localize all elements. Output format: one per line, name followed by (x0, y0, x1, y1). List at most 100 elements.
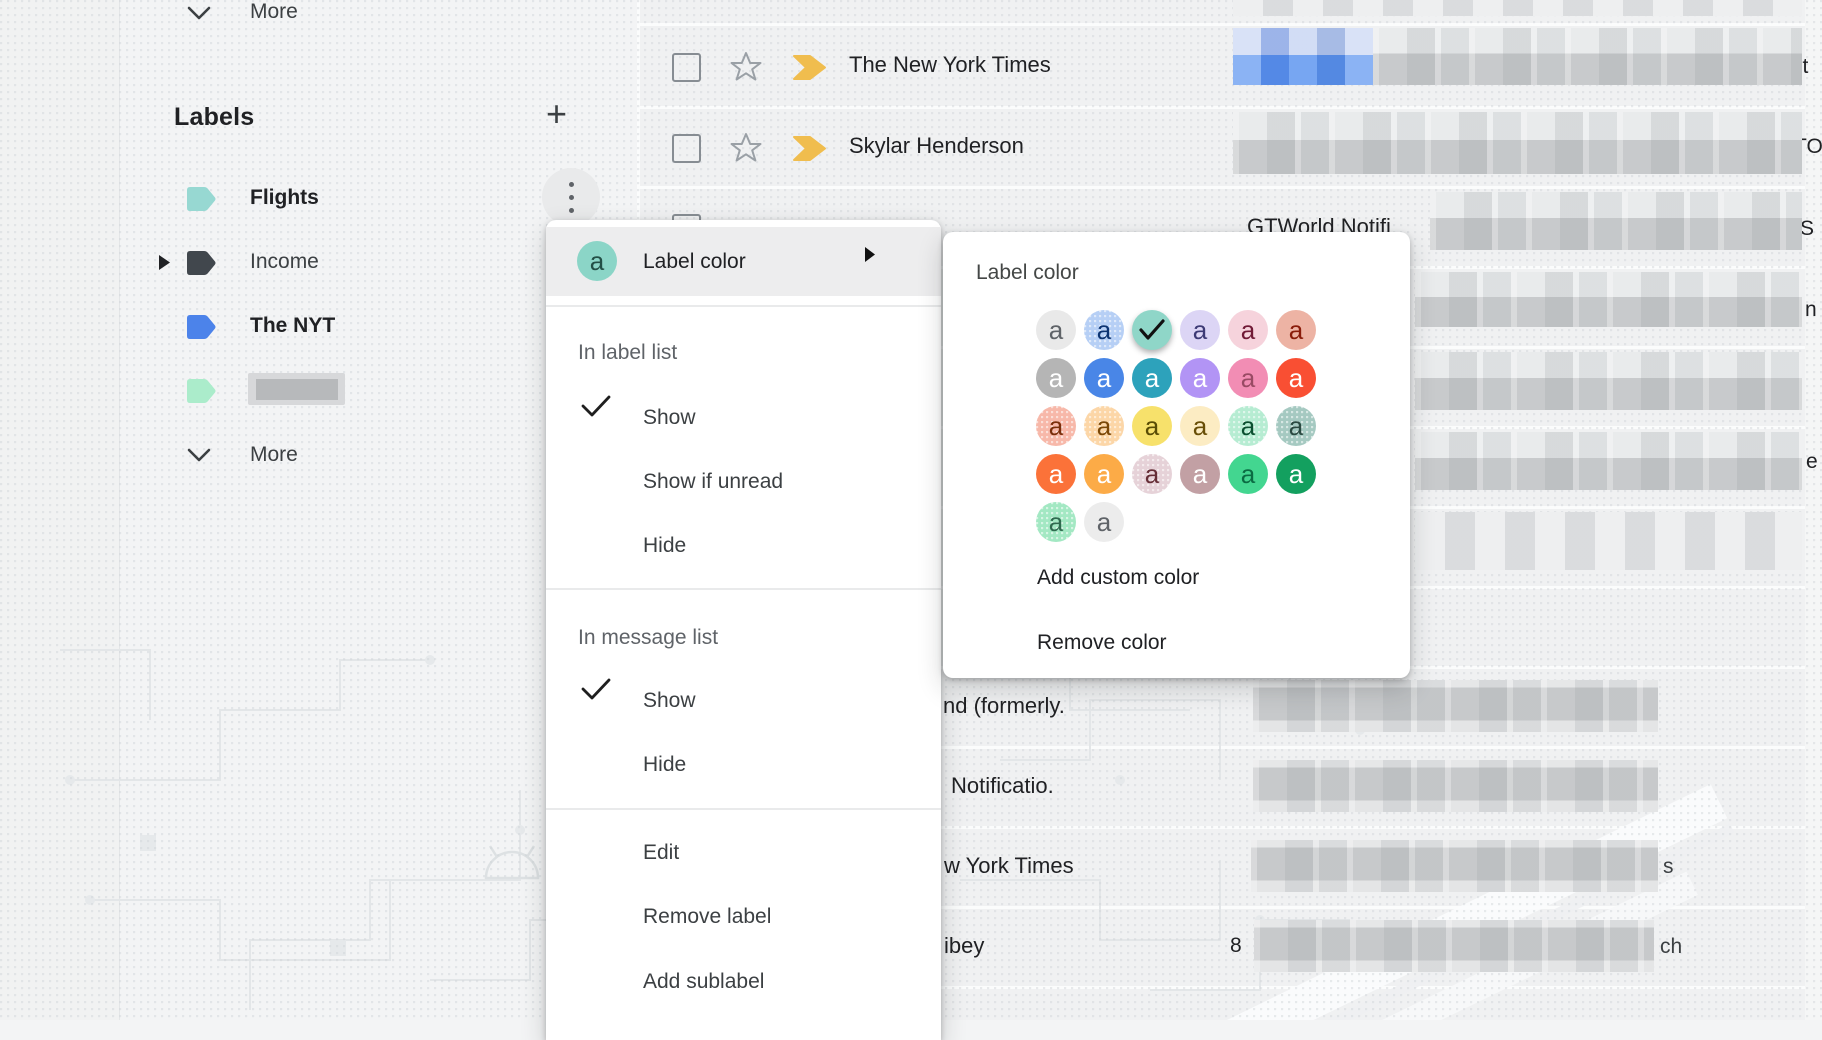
importance-marker-icon[interactable] (792, 55, 828, 80)
check-icon (1138, 318, 1166, 342)
redacted-text-blur (1415, 512, 1802, 570)
redacted-label-name-blur (256, 379, 338, 400)
label-tag-icon-income (185, 249, 217, 277)
check-icon (581, 677, 611, 701)
color-swatch-selected[interactable] (1132, 310, 1172, 350)
label-context-menu: a Label color In label list Show Show if… (546, 220, 941, 1040)
color-swatch[interactable]: a (1132, 358, 1172, 398)
redacted-text-blur (1253, 680, 1658, 732)
color-swatch-grid: aaaaaaaaaaaaaaaaaaaaaaaaa (1036, 310, 1316, 542)
text-fragment: s (1663, 855, 1674, 879)
color-swatch[interactable]: a (1228, 454, 1268, 494)
redacted-text-blur (1415, 272, 1802, 327)
row-checkbox[interactable] (672, 53, 701, 82)
menu-item-hide-message-list[interactable]: Hide (643, 753, 686, 777)
sidebar-item-more-top[interactable]: More (250, 0, 298, 24)
email-sender[interactable]: The New York Times (849, 52, 1051, 78)
color-swatch[interactable]: a (1180, 454, 1220, 494)
label-options-button[interactable] (542, 168, 600, 226)
color-swatch[interactable]: a (1180, 406, 1220, 446)
importance-marker-icon[interactable] (792, 136, 828, 161)
menu-item-label-color-text[interactable]: Label color (643, 250, 746, 274)
label-color-preview-icon: a (577, 241, 617, 281)
submenu-arrow-icon (864, 246, 876, 263)
redacted-text-blur (1253, 760, 1658, 812)
color-swatch[interactable]: a (1276, 406, 1316, 446)
text-fragment: n (1805, 298, 1817, 322)
color-swatch[interactable]: a (1228, 358, 1268, 398)
color-swatch[interactable]: a (1228, 406, 1268, 446)
date-fragment: S (1800, 217, 1814, 241)
sidebar-label-income[interactable]: Income (250, 250, 319, 274)
expand-arrow-icon[interactable] (158, 254, 171, 271)
color-swatch[interactable]: a (1036, 502, 1076, 542)
redacted-text-blur (1233, 0, 1802, 16)
row-checkbox[interactable] (672, 134, 701, 163)
menu-divider (546, 588, 941, 590)
color-swatch[interactable]: a (1132, 406, 1172, 446)
color-swatch[interactable]: a (1276, 454, 1316, 494)
color-swatch[interactable]: a (1084, 454, 1124, 494)
email-sender-fragment[interactable]: ibey (944, 933, 984, 959)
color-swatch[interactable]: a (1036, 406, 1076, 446)
email-sender-fragment[interactable]: Notificatio. (951, 773, 1054, 799)
color-swatch[interactable]: a (1084, 502, 1124, 542)
color-swatch[interactable]: a (1132, 454, 1172, 494)
menu-item-add-sublabel[interactable]: Add sublabel (643, 970, 764, 994)
label-tag-icon-redacted (185, 377, 217, 405)
menu-item-show-label-list[interactable]: Show (643, 406, 696, 430)
menu-section-in-label-list: In label list (578, 341, 677, 365)
menu-item-edit[interactable]: Edit (643, 841, 679, 865)
menu-divider (546, 808, 941, 810)
color-swatch[interactable]: a (1084, 406, 1124, 446)
redacted-text-blur (1373, 28, 1802, 85)
menu-item-remove-label[interactable]: Remove label (643, 905, 771, 929)
color-swatch[interactable]: a (1228, 310, 1268, 350)
color-swatch[interactable]: a (1180, 310, 1220, 350)
add-label-button[interactable]: + (546, 96, 567, 132)
star-icon[interactable] (729, 131, 763, 163)
sidebar-label-flights[interactable]: Flights (250, 186, 319, 210)
email-sender-fragment[interactable]: w York Times (944, 853, 1074, 879)
redacted-subject-blur (1233, 28, 1373, 85)
label-color-submenu: Label color aaaaaaaaaaaaaaaaaaaaaaaaa Ad… (943, 232, 1410, 678)
chevron-down-icon[interactable] (186, 4, 212, 22)
color-swatch[interactable]: a (1180, 358, 1220, 398)
redacted-text-blur (1415, 352, 1802, 410)
color-swatch[interactable]: a (1276, 358, 1316, 398)
check-icon (581, 394, 611, 418)
android-mascot-watermark (486, 846, 538, 878)
menu-item-add-custom-color[interactable]: Add custom color (1037, 566, 1199, 590)
gmail-label-color-screen: { "sidebar": { "more_top": "More", "labe… (0, 0, 1822, 1020)
email-sender-fragment[interactable]: nd (formerly. (943, 693, 1065, 719)
label-tag-icon-flights (185, 185, 217, 213)
menu-item-hide-label-list[interactable]: Hide (643, 534, 686, 558)
menu-item-remove-color[interactable]: Remove color (1037, 631, 1167, 655)
redacted-text-blur (1233, 112, 1802, 174)
menu-item-show-if-unread[interactable]: Show if unread (643, 470, 783, 494)
text-fragment: ch (1660, 935, 1682, 959)
sidebar-label-nyt[interactable]: The NYT (250, 314, 335, 338)
color-swatch[interactable]: a (1276, 310, 1316, 350)
redacted-text-blur (1415, 432, 1802, 490)
star-icon[interactable] (729, 50, 763, 82)
menu-item-show-message-list[interactable]: Show (643, 689, 696, 713)
color-swatch[interactable]: a (1036, 310, 1076, 350)
redacted-text-blur (1251, 840, 1658, 892)
sidebar-item-more-bottom[interactable]: More (250, 443, 298, 467)
labels-section-title: Labels (174, 103, 254, 132)
text-fragment: e (1806, 450, 1818, 474)
color-swatch[interactable]: a (1036, 454, 1076, 494)
text-fragment: 8 (1230, 934, 1242, 958)
color-swatch[interactable]: a (1084, 358, 1124, 398)
color-swatch[interactable]: a (1036, 358, 1076, 398)
menu-section-in-message-list: In message list (578, 626, 718, 650)
menu-divider (546, 305, 941, 307)
email-sender[interactable]: Skylar Henderson (849, 133, 1024, 159)
submenu-title: Label color (976, 261, 1079, 285)
redacted-text-blur (1254, 920, 1654, 972)
color-swatch[interactable]: a (1084, 310, 1124, 350)
chevron-down-icon[interactable] (186, 446, 212, 464)
redacted-text-blur (1430, 192, 1802, 250)
label-tag-icon-nyt (185, 313, 217, 341)
